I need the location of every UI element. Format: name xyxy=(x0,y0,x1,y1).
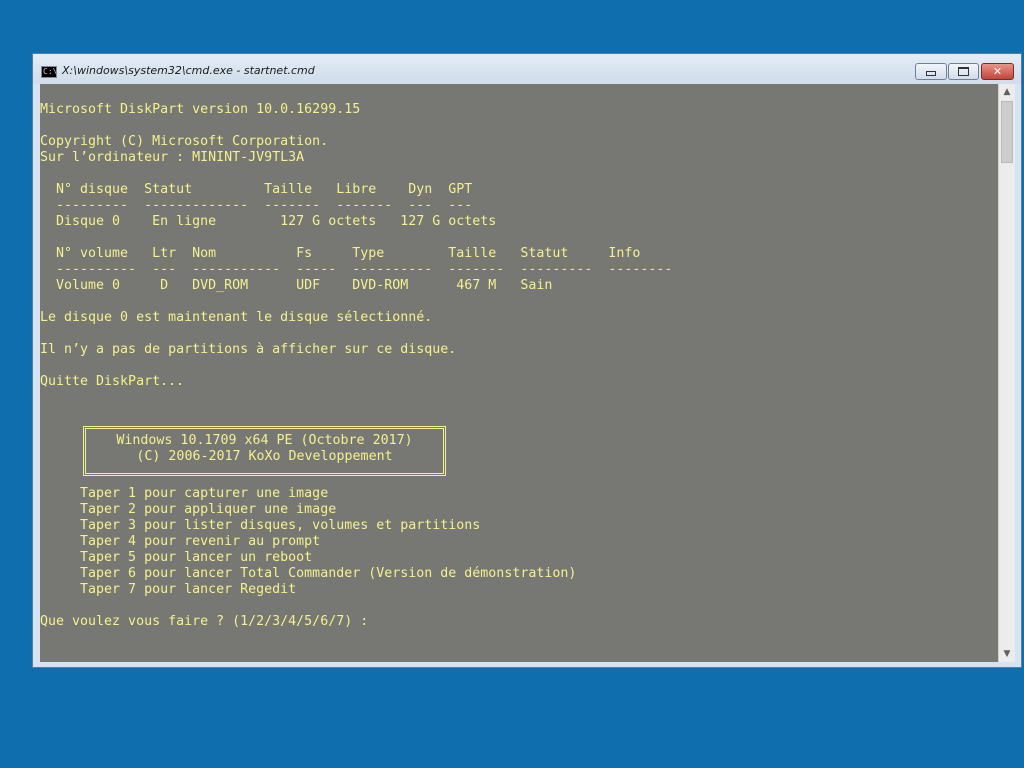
console-line: Que voulez vous faire ? (1/2/3/4/5/6/7) … xyxy=(40,614,369,629)
console-line: Microsoft DiskPart version 10.0.16299.15 xyxy=(40,102,361,117)
console-line: Taper 4 pour revenir au prompt xyxy=(40,534,321,549)
console-output[interactable]: Microsoft DiskPart version 10.0.16299.15… xyxy=(40,84,998,662)
console-line: N° volume Ltr Nom Fs Type Taille Statut … xyxy=(40,246,641,261)
banner-line-1: Windows 10.1709 x64 PE (Octobre 2017) xyxy=(116,433,413,448)
cmd-icon[interactable]: C:\ xyxy=(41,66,57,78)
scrollbar-thumb[interactable] xyxy=(1001,101,1013,163)
console-line: Copyright (C) Microsoft Corporation. xyxy=(40,134,329,149)
scroll-down-arrow-icon[interactable]: ▼ xyxy=(999,646,1015,662)
title-bar[interactable]: C:\ X:\windows\system32\cmd.exe - startn… xyxy=(33,54,1021,84)
console-line: Il n’y a pas de partitions à afficher su… xyxy=(40,342,457,357)
console-line: Volume 0 D DVD_ROM UDF DVD-ROM 467 M Sai… xyxy=(40,278,553,293)
cmd-window: C:\ X:\windows\system32\cmd.exe - startn… xyxy=(32,53,1022,668)
koxo-banner: Windows 10.1709 x64 PE (Octobre 2017) (C… xyxy=(83,426,446,476)
close-icon: ✕ xyxy=(992,65,1003,78)
console-line: Taper 6 pour lancer Total Commander (Ver… xyxy=(40,566,577,581)
console-text: Microsoft DiskPart version 10.0.16299.15… xyxy=(40,86,672,630)
console-line: Taper 3 pour lister disques, volumes et … xyxy=(40,518,481,533)
console-line: Taper 2 pour appliquer une image xyxy=(40,502,337,517)
console-line: Le disque 0 est maintenant le disque sél… xyxy=(40,310,433,325)
maximize-icon xyxy=(958,67,969,76)
console-line: ---------- --- ----------- ----- -------… xyxy=(40,262,673,277)
console-line: Taper 1 pour capturer une image xyxy=(40,486,329,501)
console-line: Quitte DiskPart... xyxy=(40,374,185,389)
console-line: --------- ------------- ------- ------- … xyxy=(40,198,473,213)
minimize-icon xyxy=(926,71,936,76)
minimize-button[interactable] xyxy=(915,63,947,80)
vertical-scrollbar[interactable]: ▲ ▼ xyxy=(998,84,1015,662)
console-line: Disque 0 En ligne 127 G octets 127 G oct… xyxy=(40,214,497,229)
banner-line-2: (C) 2006-2017 KoXo Developpement xyxy=(136,449,393,464)
window-title: X:\windows\system32\cmd.exe - startnet.c… xyxy=(62,64,315,77)
console-line: Taper 5 pour lancer un reboot xyxy=(40,550,313,565)
scroll-up-arrow-icon[interactable]: ▲ xyxy=(999,84,1015,100)
console-line: N° disque Statut Taille Libre Dyn GPT xyxy=(40,182,473,197)
console-line: Sur l’ordinateur : MININT-JV9TL3A xyxy=(40,150,305,165)
maximize-button[interactable] xyxy=(948,63,979,80)
close-button[interactable]: ✕ xyxy=(981,63,1014,80)
console-line: Taper 7 pour lancer Regedit xyxy=(40,582,297,597)
